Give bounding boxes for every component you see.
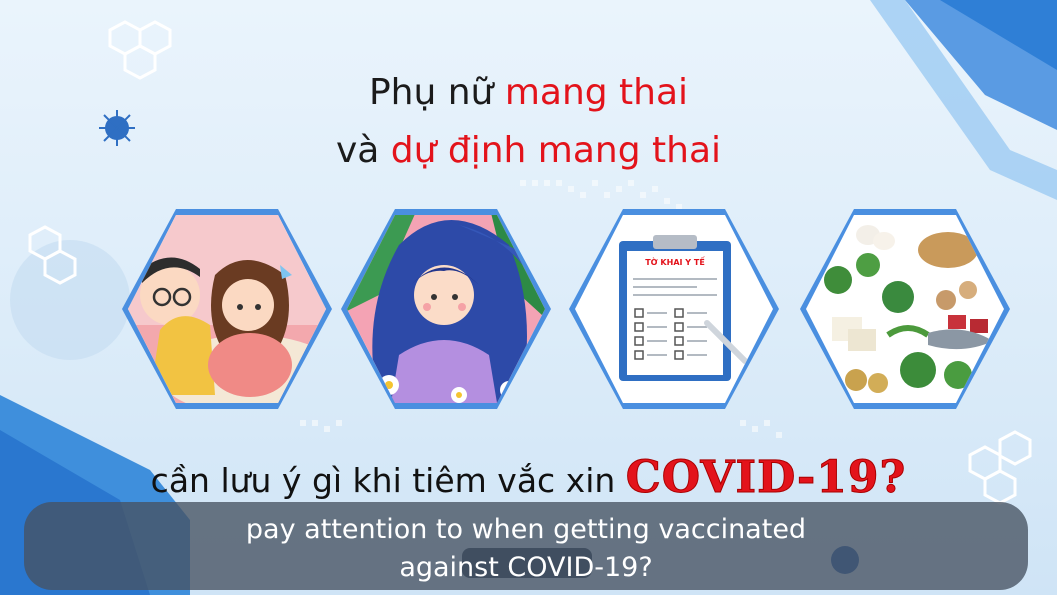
covid-highlight: COVID-19? (625, 452, 907, 504)
title-line-1: Phụ nữ mang thai (0, 72, 1057, 113)
title-line-2: và dự định mang thai (0, 130, 1057, 171)
panel-woman (339, 205, 553, 413)
question-line: cần lưu ý gì khi tiêm vắc xin COVID-19? (0, 452, 1057, 504)
panel-medical-form: TỜ KHAI Y TẾ (567, 205, 781, 413)
title-line-1-black: Phụ nữ (368, 72, 505, 113)
subtitle-caption: pay attention to when getting vaccinated… (24, 502, 1028, 590)
video-frame: Phụ nữ mang thai và dự định mang thai TỜ… (0, 0, 1057, 595)
title-line-2-red: dự định mang thai (390, 130, 722, 171)
subtitle-line-2: against COVID-19? (399, 552, 653, 583)
woman-with-flowers-illustration (341, 209, 551, 409)
subtitle-line-1: pay attention to when getting vaccinated (245, 514, 807, 545)
sleeping-couple-illustration (122, 209, 332, 409)
title-line-2-black: và (335, 130, 391, 171)
medical-form-clipboard-illustration: TỜ KHAI Y TẾ (569, 209, 779, 409)
title-line-1-red: mang thai (504, 72, 689, 113)
panel-food (798, 205, 1012, 413)
question-text: cần lưu ý gì khi tiêm vắc xin (150, 461, 626, 500)
panel-couple (120, 205, 334, 413)
healthy-food-illustration (800, 209, 1010, 409)
